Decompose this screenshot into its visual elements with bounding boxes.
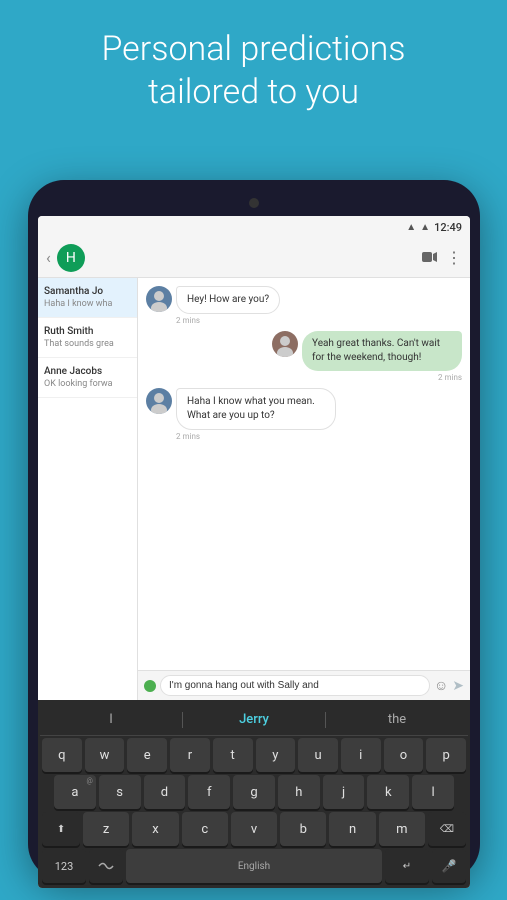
sidebar-item-ruth[interactable]: Ruth Smith That sounds grea xyxy=(38,318,137,358)
sidebar-preview: Haha I know wha xyxy=(44,299,131,309)
app-bar: ‹ H ⋮ xyxy=(38,238,470,278)
bubble-wrap-1: Hey! How are you? 2 mins xyxy=(176,286,280,325)
send-button[interactable]: ➤ xyxy=(452,678,464,694)
backspace-key[interactable]: ⌫ xyxy=(428,812,466,846)
prediction-item-the[interactable]: the xyxy=(326,708,468,731)
status-dot xyxy=(144,680,156,692)
phone-frame: ▲ ▲ 12:49 ‹ H ⋮ Samantha Jo Haha I know … xyxy=(28,180,480,880)
status-bar: ▲ ▲ 12:49 xyxy=(38,216,470,238)
content-area: Samantha Jo Haha I know wha Ruth Smith T… xyxy=(38,278,470,700)
key-r[interactable]: r xyxy=(170,738,210,772)
swipe-key[interactable] xyxy=(89,849,123,883)
enter-key[interactable]: ↵ xyxy=(385,849,429,883)
sidebar-name: Samantha Jo xyxy=(44,286,131,297)
message-row-3: Haha I know what you mean. What are you … xyxy=(146,388,462,441)
keyboard: I Jerry the q w e r t y u i xyxy=(38,700,470,888)
sidebar-preview: OK looking forwa xyxy=(44,379,131,389)
bubble-wrap-2: Yeah great thanks. Can't wait for the we… xyxy=(302,331,462,382)
key-q[interactable]: q xyxy=(42,738,82,772)
header-line1: Personal predictions xyxy=(101,29,405,69)
shift-key[interactable]: ⬆ xyxy=(42,812,80,846)
sidebar-item-samantha[interactable]: Samantha Jo Haha I know wha xyxy=(38,278,137,318)
time-1: 2 mins xyxy=(176,316,280,325)
key-g[interactable]: g xyxy=(233,775,275,809)
key-x[interactable]: x xyxy=(132,812,178,846)
numbers-key[interactable]: 123 xyxy=(42,849,86,883)
time-3: 2 mins xyxy=(176,432,336,441)
message-row-1: Hey! How are you? 2 mins xyxy=(146,286,462,325)
time-2: 2 mins xyxy=(438,373,462,382)
key-c[interactable]: c xyxy=(182,812,228,846)
key-o[interactable]: o xyxy=(384,738,424,772)
message-input[interactable] xyxy=(160,675,430,696)
key-z[interactable]: z xyxy=(83,812,129,846)
prediction-item-jerry[interactable]: Jerry xyxy=(183,708,325,731)
chat-area: Hey! How are you? 2 mins Yeah great than… xyxy=(138,278,470,700)
more-button[interactable]: ⋮ xyxy=(446,248,462,267)
header-line2: tailored to you xyxy=(148,72,359,112)
video-button[interactable] xyxy=(422,248,438,267)
phone-screen: ▲ ▲ 12:49 ‹ H ⋮ Samantha Jo Haha I know … xyxy=(38,216,470,888)
sidebar-name: Anne Jacobs xyxy=(44,366,131,377)
time-display: 12:49 xyxy=(434,221,462,234)
key-row-2: a@ s d f g h j k l xyxy=(40,775,468,809)
key-p[interactable]: p xyxy=(426,738,466,772)
key-h[interactable]: h xyxy=(278,775,320,809)
avatar-1 xyxy=(146,286,172,312)
avatar-3 xyxy=(146,388,172,414)
messages-list: Hey! How are you? 2 mins Yeah great than… xyxy=(138,278,470,670)
phone-camera xyxy=(249,198,259,208)
key-row-3: ⬆ z x c v b n m ⌫ xyxy=(40,812,468,846)
bubble-3: Haha I know what you mean. What are you … xyxy=(176,388,336,430)
mic-key[interactable]: 🎤 xyxy=(432,849,466,883)
sidebar-name: Ruth Smith xyxy=(44,326,131,337)
key-row-bottom: 123 English ↵ 🎤 xyxy=(40,849,468,883)
message-row-2: Yeah great thanks. Can't wait for the we… xyxy=(146,331,462,382)
back-button[interactable]: ‹ xyxy=(46,248,51,267)
bubble-1: Hey! How are you? xyxy=(176,286,280,314)
key-i[interactable]: i xyxy=(341,738,381,772)
key-s[interactable]: s xyxy=(99,775,141,809)
input-bar: ☺ ➤ xyxy=(138,670,470,700)
sidebar: Samantha Jo Haha I know wha Ruth Smith T… xyxy=(38,278,138,700)
avatar-2 xyxy=(272,331,298,357)
key-row-1: q w e r t y u i o p xyxy=(40,738,468,772)
key-k[interactable]: k xyxy=(367,775,409,809)
key-v[interactable]: v xyxy=(231,812,277,846)
hangouts-icon: H xyxy=(57,244,85,272)
key-n[interactable]: n xyxy=(329,812,375,846)
header: Personal predictions tailored to you xyxy=(0,0,507,127)
key-d[interactable]: d xyxy=(144,775,186,809)
emoji-button[interactable]: ☺ xyxy=(434,677,448,694)
key-a[interactable]: a@ xyxy=(54,775,96,809)
key-y[interactable]: y xyxy=(256,738,296,772)
key-t[interactable]: t xyxy=(213,738,253,772)
prediction-item-I[interactable]: I xyxy=(40,708,182,731)
key-u[interactable]: u xyxy=(298,738,338,772)
key-e[interactable]: e xyxy=(127,738,167,772)
sidebar-item-anne[interactable]: Anne Jacobs OK looking forwa xyxy=(38,358,137,398)
wifi-icon: ▲ xyxy=(406,222,416,233)
bubble-2: Yeah great thanks. Can't wait for the we… xyxy=(302,331,462,371)
sidebar-preview: That sounds grea xyxy=(44,339,131,349)
signal-icon: ▲ xyxy=(420,222,430,233)
key-m[interactable]: m xyxy=(379,812,425,846)
space-key[interactable]: English xyxy=(126,849,382,883)
prediction-bar: I Jerry the xyxy=(40,704,468,736)
key-w[interactable]: w xyxy=(85,738,125,772)
key-f[interactable]: f xyxy=(188,775,230,809)
key-l[interactable]: l xyxy=(412,775,454,809)
bubble-wrap-3: Haha I know what you mean. What are you … xyxy=(176,388,336,441)
key-j[interactable]: j xyxy=(323,775,365,809)
key-b[interactable]: b xyxy=(280,812,326,846)
